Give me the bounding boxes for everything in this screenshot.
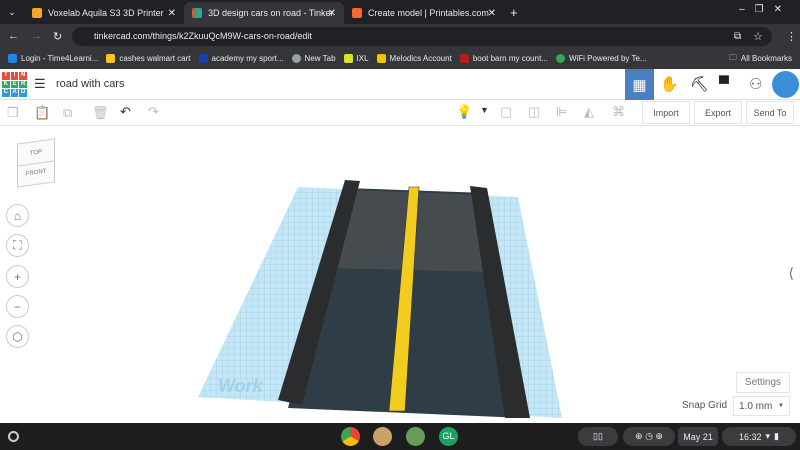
url-input[interactable]: tinkercad.com/things/k2ZkuuQcM9W-cars-on… xyxy=(72,27,772,46)
duplicate-icon[interactable]: ⧉ xyxy=(63,105,72,121)
paste-icon[interactable]: 📋 xyxy=(34,105,50,121)
redo-icon[interactable]: ↷ xyxy=(148,104,159,120)
import-button[interactable]: Import xyxy=(642,101,690,124)
close-tab-icon[interactable]: ✕ xyxy=(168,8,176,19)
battery-icon: ▮ xyxy=(774,431,779,441)
status-tray[interactable]: 16:32 ▾ ▮ xyxy=(722,427,796,446)
panel-toggle-icon[interactable]: ⟨ xyxy=(789,265,794,282)
bookmark-item[interactable]: IXL xyxy=(343,54,369,63)
home-view-button[interactable]: ⌂ xyxy=(6,204,29,227)
view-cube[interactable]: TOP FRONT xyxy=(17,138,55,188)
app-header: TIN KER CAD ☰ road with cars ▦ ✋ ⛏ ▀ ⚇ xyxy=(0,69,800,100)
workplane-canvas[interactable]: Work TOP FRONT ⌂ ⛶ + − ⬡ ⟨ Settings Snap… xyxy=(0,127,800,423)
back-icon[interactable]: ← xyxy=(8,30,19,42)
menu-icon[interactable]: ⋮ xyxy=(786,30,797,43)
tab-title: Create model | Printables.com xyxy=(368,8,489,18)
undo-icon[interactable]: ↶ xyxy=(120,104,131,120)
folder-icon: 🗀 xyxy=(728,52,737,62)
tab-printables[interactable]: Create model | Printables.com ✕ xyxy=(344,2,504,24)
blocks-hand-icon[interactable]: ✋ xyxy=(660,75,679,93)
workplane-label: Work xyxy=(218,376,264,396)
chevron-down-icon[interactable]: ▼ xyxy=(480,105,489,115)
bookmark-item[interactable]: Login - Time4Learni... xyxy=(8,54,98,63)
tinkercad-logo[interactable]: TIN KER CAD xyxy=(2,72,27,97)
3d-scene[interactable]: Work xyxy=(0,127,800,423)
chevron-down-icon: ▼ xyxy=(778,403,784,409)
perspective-button[interactable]: ⬡ xyxy=(6,325,29,348)
settings-button[interactable]: Settings xyxy=(736,372,790,393)
copy-icon[interactable]: ❐ xyxy=(7,105,19,121)
align-icon[interactable]: ⊫ xyxy=(556,104,567,120)
app-icon[interactable] xyxy=(373,427,392,446)
zoom-in-button[interactable]: + xyxy=(6,265,29,288)
media-tray[interactable]: ⊕ ◷ ⊕ xyxy=(623,427,675,446)
snap-grid-select[interactable]: 1.0 mm ▼ xyxy=(733,396,790,416)
address-bar-row: ← → ↻ tinkercad.com/things/k2ZkuuQcM9W-c… xyxy=(0,24,800,48)
close-tab-icon[interactable]: ✕ xyxy=(488,8,496,19)
bricks-icon[interactable]: ▀ xyxy=(719,75,729,91)
light-bulb-icon[interactable]: 💡 xyxy=(456,104,472,120)
chrome-icon[interactable] xyxy=(341,427,360,446)
tab-title: 3D design cars on road - Tinker xyxy=(208,8,334,18)
tab-search-icon[interactable]: ⌄ xyxy=(0,7,24,18)
bookmark-item[interactable]: WiFi Powered by Te... xyxy=(555,54,647,63)
tinkercad-favicon-icon xyxy=(192,8,202,18)
bookmarks-bar: Login - Time4Learni... cashes walmart ca… xyxy=(0,48,800,69)
add-user-icon[interactable]: ⚇ xyxy=(749,75,762,93)
avatar[interactable] xyxy=(772,71,799,98)
mirror-icon[interactable]: ◭ xyxy=(584,104,594,120)
window-controls[interactable]: –❐✕ xyxy=(739,4,792,15)
wifi-icon: ▾ xyxy=(765,431,771,441)
design-list-icon[interactable]: ☰ xyxy=(34,76,46,92)
3d-design-view-button[interactable]: ▦ xyxy=(625,69,654,100)
cast-icon[interactable]: ⧉ xyxy=(734,31,741,42)
all-bookmarks[interactable]: 🗀 All Bookmarks xyxy=(729,52,792,66)
amazon-favicon-icon xyxy=(32,8,42,18)
send-to-button[interactable]: Send To xyxy=(746,101,794,124)
delete-icon[interactable]: 🗑 xyxy=(92,105,109,121)
zoom-out-button[interactable]: − xyxy=(6,295,29,318)
snap-grid-label: Snap Grid xyxy=(682,400,728,411)
fit-view-button[interactable]: ⛶ xyxy=(6,234,29,257)
pickaxe-icon[interactable]: ⛏ xyxy=(690,75,709,93)
gl-app-icon[interactable]: GL xyxy=(439,427,458,446)
bookmark-item[interactable]: cashes walmart cart xyxy=(106,54,191,63)
grid-icon: ▦ xyxy=(632,76,647,94)
bookmark-item[interactable]: academy my sport... xyxy=(198,54,284,63)
reload-icon[interactable]: ↻ xyxy=(53,30,62,43)
bookmark-item[interactable]: boot barn my count... xyxy=(459,54,548,63)
bookmark-star-icon[interactable]: ☆ xyxy=(753,30,763,43)
shape-icon[interactable]: ▢ xyxy=(500,104,512,120)
launcher-icon[interactable] xyxy=(8,431,19,442)
date-display[interactable]: May 21 xyxy=(678,427,718,446)
url-text: tinkercad.com/things/k2ZkuuQcM9W-cars-on… xyxy=(94,31,312,41)
holding-space-tray[interactable]: ▯▯ xyxy=(578,427,618,446)
tab-title: Voxelab Aquila S3 3D Printer xyxy=(48,8,164,18)
app-icon[interactable] xyxy=(406,427,425,446)
hole-icon[interactable]: ◫ xyxy=(528,104,540,120)
tab-tinkercad[interactable]: 3D design cars on road - Tinker ✕ xyxy=(184,2,344,24)
printables-favicon-icon xyxy=(352,8,362,18)
edit-toolbar: ❐ 📋 ⧉ 🗑 ↶ ↷ 💡 ▼ ▢ ◫ ⊫ ◭ ⌘ Import Export … xyxy=(0,100,800,126)
export-button[interactable]: Export xyxy=(694,101,742,124)
group-icon[interactable]: ⌘ xyxy=(612,104,625,120)
forward-icon[interactable]: → xyxy=(31,30,42,42)
tab-voxelab[interactable]: Voxelab Aquila S3 3D Printer ✕ xyxy=(24,2,184,24)
design-title[interactable]: road with cars xyxy=(56,78,124,90)
bookmark-item[interactable]: Melodics Account xyxy=(376,54,452,63)
new-tab-button[interactable]: + xyxy=(510,5,518,20)
browser-tab-bar: ⌄ Voxelab Aquila S3 3D Printer ✕ 3D desig… xyxy=(0,0,800,24)
close-tab-icon[interactable]: ✕ xyxy=(328,8,336,19)
bookmark-item[interactable]: New Tab xyxy=(291,54,336,63)
